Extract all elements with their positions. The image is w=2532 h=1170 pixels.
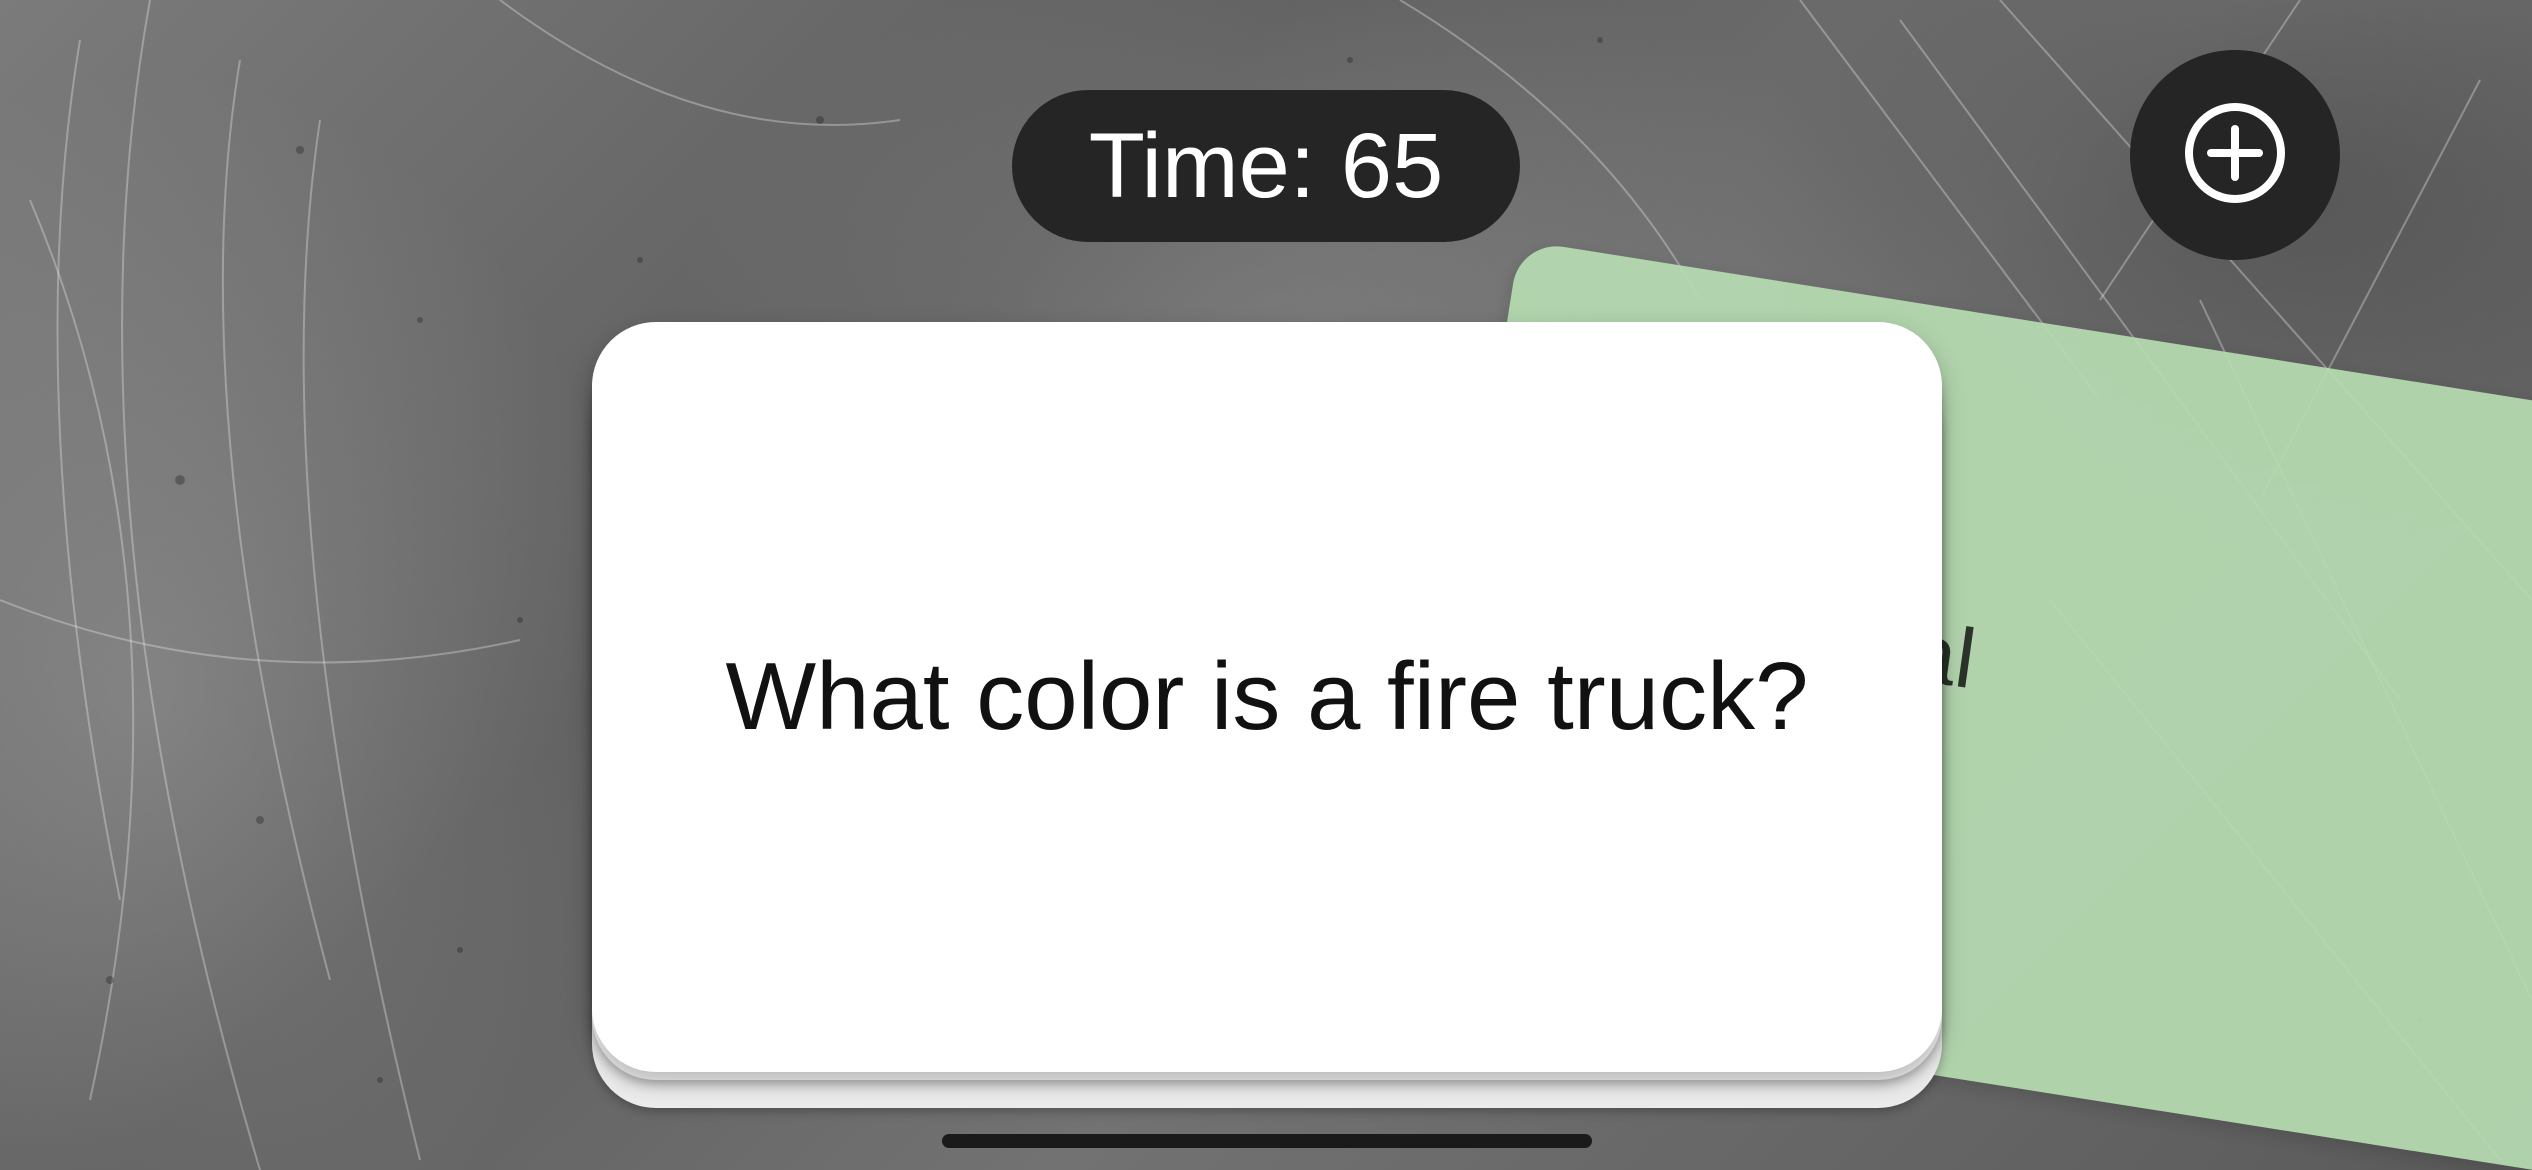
add-card-button[interactable] bbox=[2130, 50, 2340, 260]
front-flashcard[interactable]: What color is a fire truck? bbox=[592, 322, 1942, 1072]
timer-label: Time: 65 bbox=[1088, 114, 1444, 217]
plus-circle-icon bbox=[2183, 101, 2287, 210]
front-card-question: What color is a fire truck? bbox=[725, 643, 1809, 750]
timer-badge: Time: 65 bbox=[1012, 90, 1520, 242]
home-indicator[interactable] bbox=[942, 1134, 1592, 1148]
